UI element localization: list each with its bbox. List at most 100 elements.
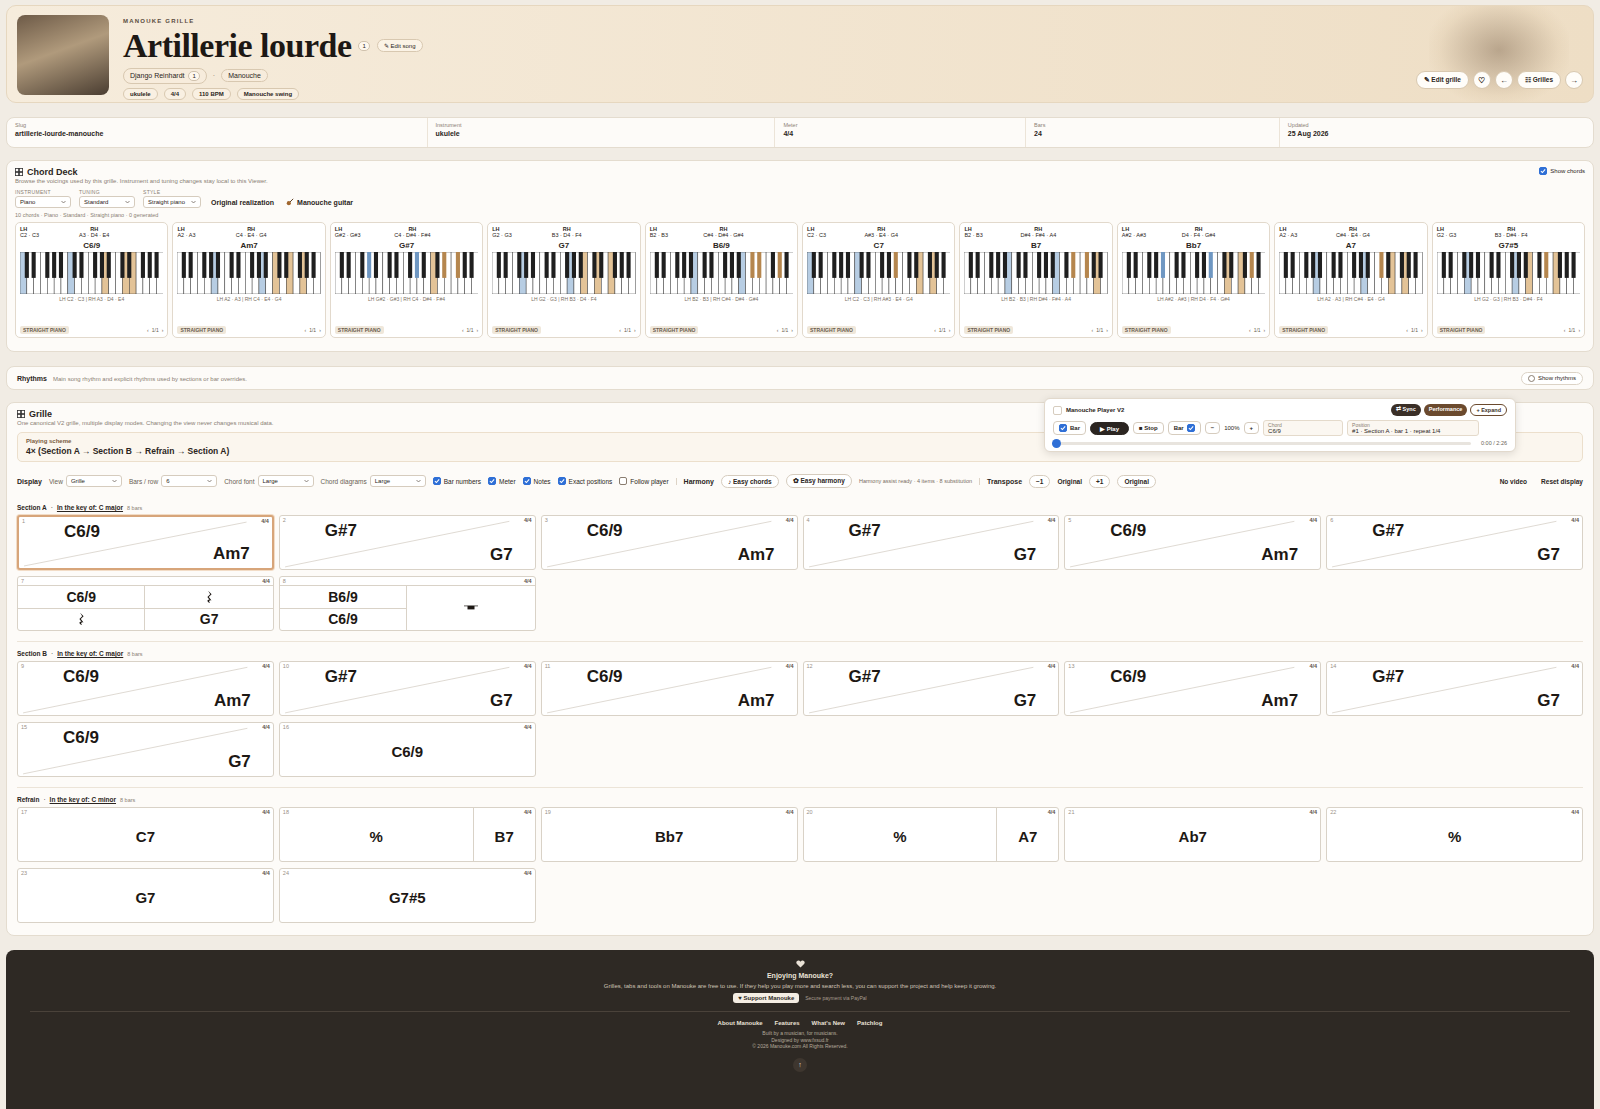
bar[interactable]: 124/4G#7G7: [803, 661, 1060, 716]
prev-button[interactable]: ‹: [934, 327, 936, 333]
checkbox[interactable]: [433, 477, 441, 485]
chord-card[interactable]: LHG2 · G3RHB3 · D4 · F4G7LH G2 · G3 | RH…: [487, 222, 640, 338]
artist-name[interactable]: Django Reinhardt: [130, 72, 184, 79]
toolbar-checkbox[interactable]: Exact positions: [558, 477, 613, 485]
chord-card[interactable]: LHC2 · C3RHA3 · D4 · E4C6/9LH C2 · C3 | …: [15, 222, 168, 338]
bar-toggle[interactable]: Bar: [1168, 421, 1201, 435]
prev-button[interactable]: ‹: [462, 327, 464, 333]
bar[interactable]: 94/4C6/9Am7: [17, 661, 274, 716]
tag[interactable]: 110 BPM: [192, 88, 231, 100]
next-button[interactable]: ›: [634, 327, 636, 333]
checkbox[interactable]: [1539, 167, 1547, 175]
chord-card[interactable]: LHC2 · C3RHA#3 · E4 · G4C7LH C2 · C3 | R…: [802, 222, 955, 338]
footer-link[interactable]: What's New: [812, 1020, 845, 1026]
header-action[interactable]: ☷ Grilles: [1517, 71, 1561, 89]
prev-button[interactable]: ‹: [619, 327, 621, 333]
bar[interactable]: 64/4G#7G7: [1326, 515, 1583, 570]
prev-button[interactable]: ‹: [305, 327, 307, 333]
original-realization-button[interactable]: Original realization: [209, 197, 276, 208]
next-button[interactable]: ›: [949, 327, 951, 333]
show-rhythms-toggle[interactable]: Show rhythms: [1521, 372, 1583, 385]
prev-button[interactable]: ‹: [777, 327, 779, 333]
toolbar-checkbox[interactable]: Follow player: [619, 477, 668, 485]
progress-track[interactable]: [1053, 442, 1471, 445]
manouche-guitar-button[interactable]: Manouche guitar: [284, 196, 355, 208]
select[interactable]: Grille: [66, 475, 122, 487]
next-button[interactable]: ›: [1421, 327, 1423, 333]
select[interactable]: Large: [258, 475, 314, 487]
prev-button[interactable]: ‹: [1092, 327, 1094, 333]
tag[interactable]: ukulele: [123, 88, 158, 100]
chord-card[interactable]: LHG#2 · G#3RHC4 · D#4 · F#4G#7LH G#2 · G…: [330, 222, 483, 338]
next-button[interactable]: ›: [791, 327, 793, 333]
toolbar-checkbox[interactable]: Bar numbers: [433, 477, 481, 485]
section-key[interactable]: In the key of: C major: [57, 650, 123, 657]
bar[interactable]: 194/4Bb7: [541, 807, 798, 862]
bar[interactable]: 184/4%B7: [279, 807, 536, 862]
toolbar-button[interactable]: +1: [1089, 475, 1110, 488]
chord-card[interactable]: LHA2 · A3RHC4 · E4 · G4Am7LH A2 · A3 | R…: [172, 222, 325, 338]
select[interactable]: Straight piano: [143, 196, 201, 208]
select[interactable]: Standard: [79, 196, 135, 208]
mode-button[interactable]: Performance: [1424, 404, 1468, 416]
chord-card[interactable]: LHB2 · B3RHD#4 · F#4 · A4B7LH B2 · B3 | …: [959, 222, 1112, 338]
show-chords-toggle[interactable]: Show chords: [1539, 167, 1585, 175]
bar[interactable]: 234/4G7: [17, 868, 274, 923]
toolbar-right-button[interactable]: Reset display: [1541, 478, 1583, 485]
toolbar-button[interactable]: Original: [1117, 475, 1156, 488]
select[interactable]: Piano: [15, 196, 71, 208]
bar[interactable]: 14/4C6/9Am7: [17, 515, 274, 570]
toolbar-checkbox[interactable]: Notes: [523, 477, 551, 485]
checkbox[interactable]: [558, 477, 566, 485]
prev-button[interactable]: ‹: [1249, 327, 1251, 333]
style-chip[interactable]: Manouche: [221, 69, 268, 82]
bar[interactable]: 174/4C7: [17, 807, 274, 862]
bar[interactable]: 244/4G7#5: [279, 868, 536, 923]
header-action[interactable]: ✎ Edit grille: [1416, 71, 1469, 89]
header-action[interactable]: ←: [1495, 71, 1513, 89]
slower-button[interactable]: −: [1205, 422, 1221, 434]
play-button[interactable]: ▶ Play: [1090, 422, 1129, 435]
bar[interactable]: 224/4%: [1326, 807, 1583, 862]
mode-button[interactable]: ⇄ Sync: [1391, 404, 1421, 416]
chord-card[interactable]: LHA2 · A3RHC#4 · E4 · G4A7LH A2 · A3 | R…: [1274, 222, 1427, 338]
bar[interactable]: 44/4G#7G7: [803, 515, 1060, 570]
bar[interactable]: 24/4G#7G7: [279, 515, 536, 570]
stop-button[interactable]: ■ Stop: [1133, 422, 1164, 434]
bar[interactable]: 34/4C6/9Am7: [541, 515, 798, 570]
section-key[interactable]: In the key of: C major: [57, 504, 123, 511]
footer-link[interactable]: About Manouke: [718, 1020, 763, 1026]
bar[interactable]: 134/4C6/9Am7: [1064, 661, 1321, 716]
bar[interactable]: 84/4B6/9C6/9: [279, 576, 536, 631]
select[interactable]: Large: [370, 475, 426, 487]
toolbar-checkbox[interactable]: Meter: [488, 477, 516, 485]
prev-button[interactable]: ‹: [147, 327, 149, 333]
next-button[interactable]: ›: [1578, 327, 1580, 333]
checkbox[interactable]: [523, 477, 531, 485]
toolbar-button[interactable]: ✿ Easy harmony: [786, 474, 852, 488]
footer-link[interactable]: Patchlog: [857, 1020, 882, 1026]
checkbox[interactable]: [1187, 424, 1195, 432]
back-to-top-button[interactable]: ↑: [793, 1058, 807, 1072]
faster-button[interactable]: +: [1244, 422, 1260, 434]
bar[interactable]: 74/4C6/9G7: [17, 576, 274, 631]
toolbar-button[interactable]: −1: [1029, 475, 1050, 488]
bar[interactable]: 164/4C6/9: [279, 722, 536, 777]
chord-card[interactable]: LHA#2 · A#3RHD4 · F4 · G#4Bb7LH A#2 · A#…: [1117, 222, 1270, 338]
bar[interactable]: 154/4C6/9G7: [17, 722, 274, 777]
toolbar-button[interactable]: ♪ Easy chords: [721, 475, 779, 488]
bar[interactable]: 214/4Ab7: [1064, 807, 1321, 862]
bar-toggle[interactable]: Bar: [1053, 421, 1086, 435]
artist-chip[interactable]: Django Reinhardt1: [123, 68, 207, 84]
prev-button[interactable]: ‹: [1406, 327, 1408, 333]
footer-link[interactable]: Features: [775, 1020, 800, 1026]
next-button[interactable]: ›: [477, 327, 479, 333]
bar[interactable]: 204/4%A7: [803, 807, 1060, 862]
progress-knob[interactable]: [1052, 439, 1061, 448]
title-badge[interactable]: 1: [358, 41, 369, 51]
tag[interactable]: 4/4: [164, 88, 186, 100]
toolbar-right-button[interactable]: No video: [1500, 478, 1527, 485]
bar[interactable]: 104/4G#7G7: [279, 661, 536, 716]
checkbox[interactable]: [619, 477, 627, 485]
select[interactable]: 6: [161, 475, 217, 487]
